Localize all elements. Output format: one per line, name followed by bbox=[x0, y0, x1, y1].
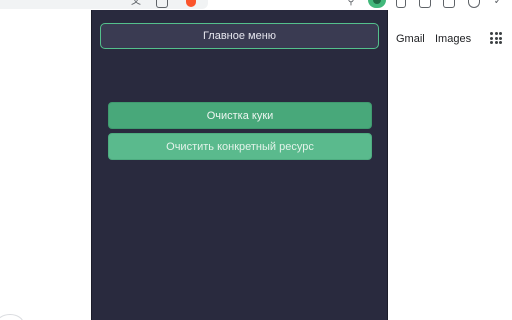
browser-toolbar: 文 ⚲ ✓ bbox=[0, 0, 512, 10]
browser-viewport: 文 ⚲ ✓ Gmail Images Главное меню Очистка … bbox=[0, 0, 512, 320]
extension-a-icon[interactable]: ⚲ bbox=[345, 0, 357, 8]
cast-icon[interactable] bbox=[156, 0, 168, 8]
images-link[interactable]: Images bbox=[435, 33, 471, 45]
extension-popup: Главное меню Очистка куки Очистить конкр… bbox=[91, 10, 388, 320]
apps-grid-icon[interactable] bbox=[490, 32, 502, 44]
clear-resource-button[interactable]: Очистить конкретный ресурс bbox=[108, 133, 372, 160]
puzzle-icon[interactable] bbox=[396, 0, 406, 8]
download-icon[interactable] bbox=[419, 0, 431, 8]
main-menu-button[interactable]: Главное меню bbox=[100, 23, 379, 49]
profile-icon[interactable] bbox=[468, 0, 480, 8]
clear-cookies-button[interactable]: Очистка куки bbox=[108, 102, 372, 129]
bookmark-plus-icon[interactable]: ✓ bbox=[492, 0, 504, 8]
address-bar[interactable] bbox=[0, 0, 208, 9]
active-extension-icon[interactable] bbox=[368, 0, 386, 8]
translate-icon[interactable]: 文 bbox=[130, 0, 142, 8]
sidepanel-icon[interactable] bbox=[443, 0, 455, 8]
page-decoration bbox=[0, 314, 24, 320]
gmail-link[interactable]: Gmail bbox=[396, 33, 425, 45]
